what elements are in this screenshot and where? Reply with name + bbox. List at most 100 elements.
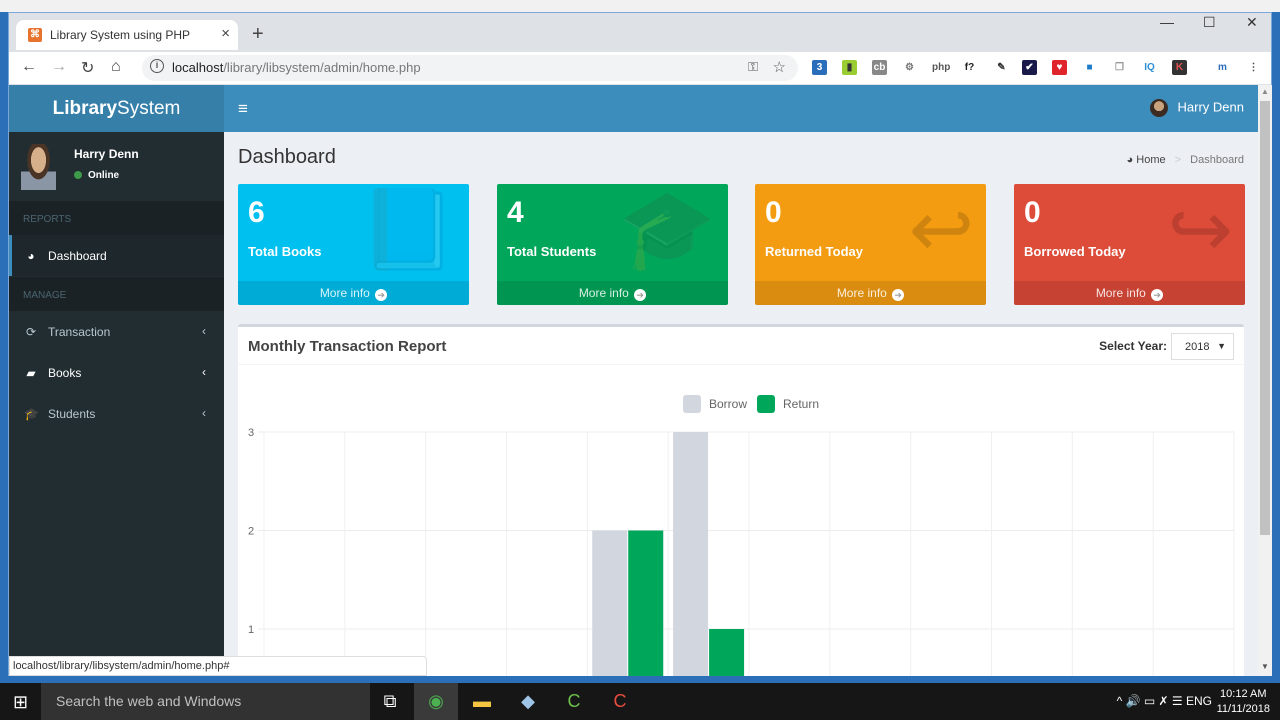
chart-title: Monthly Transaction Report	[248, 338, 447, 355]
box-extension-icon[interactable]: ■	[1082, 60, 1097, 75]
site-info-icon[interactable]: i	[150, 59, 164, 73]
new-tab-button[interactable]: +	[252, 23, 264, 46]
taskbar-clock[interactable]: 10:12 AM 11/11/2018	[1217, 687, 1270, 717]
legend-swatch-borrow	[683, 395, 701, 413]
sidebar-item-label: Students	[48, 407, 96, 421]
scroll-up-icon[interactable]: ▲	[1261, 87, 1269, 96]
y-tick-label: 3	[248, 427, 254, 439]
xampp-favicon-icon: ⌘	[28, 28, 42, 42]
content-area: Dashboard ◕ Home > Dashboard 📘 6 Total B…	[224, 132, 1258, 676]
reload-button[interactable]: ↻	[81, 58, 94, 78]
sidebar-item-label: Books	[48, 366, 82, 380]
sidebar-item-dashboard[interactable]: ◕ Dashboard	[9, 235, 224, 276]
more-info-link[interactable]: More info ➔	[1014, 281, 1245, 305]
windows-start-icon[interactable]: ⊞	[13, 692, 28, 713]
password-key-icon[interactable]: ⚿	[748, 59, 758, 75]
wm-extension-icon[interactable]: m	[1215, 60, 1230, 75]
stat-value: 6	[248, 196, 265, 229]
maximize-button[interactable]: ☐	[1203, 14, 1216, 31]
php-extension-icon[interactable]: php	[932, 60, 950, 75]
camtasia-red-icon[interactable]: C	[598, 683, 642, 720]
system-tray[interactable]: ^ 🔊 ▭ ✗ ☰ ENG	[1117, 694, 1212, 708]
dashboard-icon: ◕	[27, 249, 35, 263]
css3-extension-icon[interactable]: 3	[812, 60, 827, 75]
user-menu-name: Harry Denn	[1177, 99, 1244, 115]
breadcrumb-home-link[interactable]: Home	[1136, 154, 1165, 166]
caret-down-icon: ▼	[1217, 341, 1226, 351]
dashboard-icon: ◕	[1126, 154, 1134, 166]
stat-box-total-students: 🎓 4 Total Students More info ➔	[497, 184, 728, 305]
more-info-link[interactable]: More info ➔	[497, 281, 728, 305]
menu-icon[interactable]: ⋮	[1246, 60, 1261, 75]
bookmark-star-icon[interactable]: ☆	[773, 58, 786, 76]
bar-return-may	[628, 530, 664, 676]
color-extension-icon[interactable]: ▮	[842, 60, 857, 75]
avatar	[21, 144, 56, 190]
iq-extension-icon[interactable]: IQ	[1142, 60, 1157, 75]
back-button[interactable]: ←	[21, 58, 37, 76]
online-dot-icon	[74, 171, 82, 179]
font-extension-icon[interactable]: f?	[962, 60, 977, 75]
user-menu[interactable]: Harry Denn	[1149, 99, 1244, 117]
browser-tab[interactable]: ⌘ Library System using PHP ×	[16, 20, 238, 50]
scroll-thumb[interactable]	[1260, 101, 1270, 535]
windows-taskbar: ⊞ Search the web and Windows ⧉ ◉ ▬ ◆ C C ^ 🔊 …	[0, 683, 1280, 720]
breadcrumb: ◕ Home > Dashboard	[1127, 154, 1244, 166]
page-scrollbar[interactable]: ▲ ▼	[1258, 85, 1272, 676]
box-divider	[238, 364, 1244, 365]
stat-label: Returned Today	[765, 244, 863, 259]
clock-time: 10:12 AM	[1220, 688, 1267, 700]
file-explorer-icon[interactable]: ▬	[460, 683, 504, 720]
address-bar[interactable]: i localhost/library/libsystem/admin/home…	[142, 55, 798, 81]
minimize-button[interactable]: —	[1160, 14, 1174, 30]
arrow-circle-right-icon: ➔	[375, 289, 388, 301]
year-select[interactable]: 2018 ▼	[1171, 333, 1234, 360]
more-info-link[interactable]: More info ➔	[755, 281, 986, 305]
tab-close-icon[interactable]: ×	[221, 25, 230, 42]
chevron-left-icon: ‹	[202, 324, 206, 338]
copy-extension-icon[interactable]: ❐	[1112, 60, 1127, 75]
book-icon: ▰	[26, 366, 36, 380]
gear-extension-icon[interactable]: ⚙	[902, 60, 917, 75]
camtasia-green-icon[interactable]: C	[552, 683, 596, 720]
sidebar-item-label: Dashboard	[48, 249, 107, 263]
sidebar-toggle-icon[interactable]: ≡	[238, 99, 248, 119]
stat-label: Total Students	[507, 244, 597, 259]
home-button[interactable]: ⌂	[111, 58, 121, 76]
arrow-circle-right-icon: ➔	[1151, 289, 1164, 301]
sidebar-item-label: Transaction	[48, 325, 111, 339]
share-arrow-icon: ↪	[1167, 185, 1233, 273]
stat-label: Borrowed Today	[1024, 244, 1126, 259]
scroll-down-icon[interactable]: ▼	[1261, 662, 1269, 671]
bird-extension-icon[interactable]: ✔	[1022, 60, 1037, 75]
notepad-icon[interactable]: ◆	[506, 683, 550, 720]
page-title: Dashboard	[238, 146, 336, 168]
sidebar: Harry Denn Online REPORTS ◕ Dashboard MAN…	[9, 132, 224, 676]
chevron-left-icon: ‹	[202, 406, 206, 420]
forward-button[interactable]: →	[51, 58, 67, 76]
close-window-button[interactable]: ✕	[1246, 14, 1258, 31]
app-logo[interactable]: LibrarySystem	[9, 85, 224, 132]
bar-borrow-jun	[673, 432, 709, 676]
refresh-icon: ⟳	[25, 325, 37, 339]
eyedropper-extension-icon[interactable]: ✎	[994, 60, 1009, 75]
chevron-left-icon: ‹	[202, 365, 206, 379]
sidebar-item-books[interactable]: ▰ Books ‹	[9, 352, 224, 393]
user-name: Harry Denn	[74, 147, 139, 161]
more-info-link[interactable]: More info ➔	[238, 281, 469, 305]
task-view-icon[interactable]: ⧉	[368, 683, 412, 720]
stat-value: 0	[1024, 196, 1041, 229]
bar-chart: Borrow Return 1 2 3	[248, 395, 1235, 676]
legend-label-borrow: Borrow	[709, 397, 747, 411]
arrow-circle-right-icon: ➔	[634, 289, 647, 301]
stat-label: Total Books	[248, 244, 322, 259]
cb-extension-icon[interactable]: cb	[872, 60, 887, 75]
sidebar-item-transaction[interactable]: ⟳ Transaction ‹	[9, 311, 224, 352]
k-extension-icon[interactable]: K	[1172, 60, 1187, 75]
sidebar-item-students[interactable]: 🎓 Students ‹	[9, 393, 224, 434]
breadcrumb-current: Dashboard	[1190, 154, 1244, 166]
heart-extension-icon[interactable]: ♥	[1052, 60, 1067, 75]
legend-swatch-return	[757, 395, 775, 413]
taskbar-search[interactable]: Search the web and Windows	[41, 683, 370, 720]
chrome-icon[interactable]: ◉	[414, 683, 458, 720]
